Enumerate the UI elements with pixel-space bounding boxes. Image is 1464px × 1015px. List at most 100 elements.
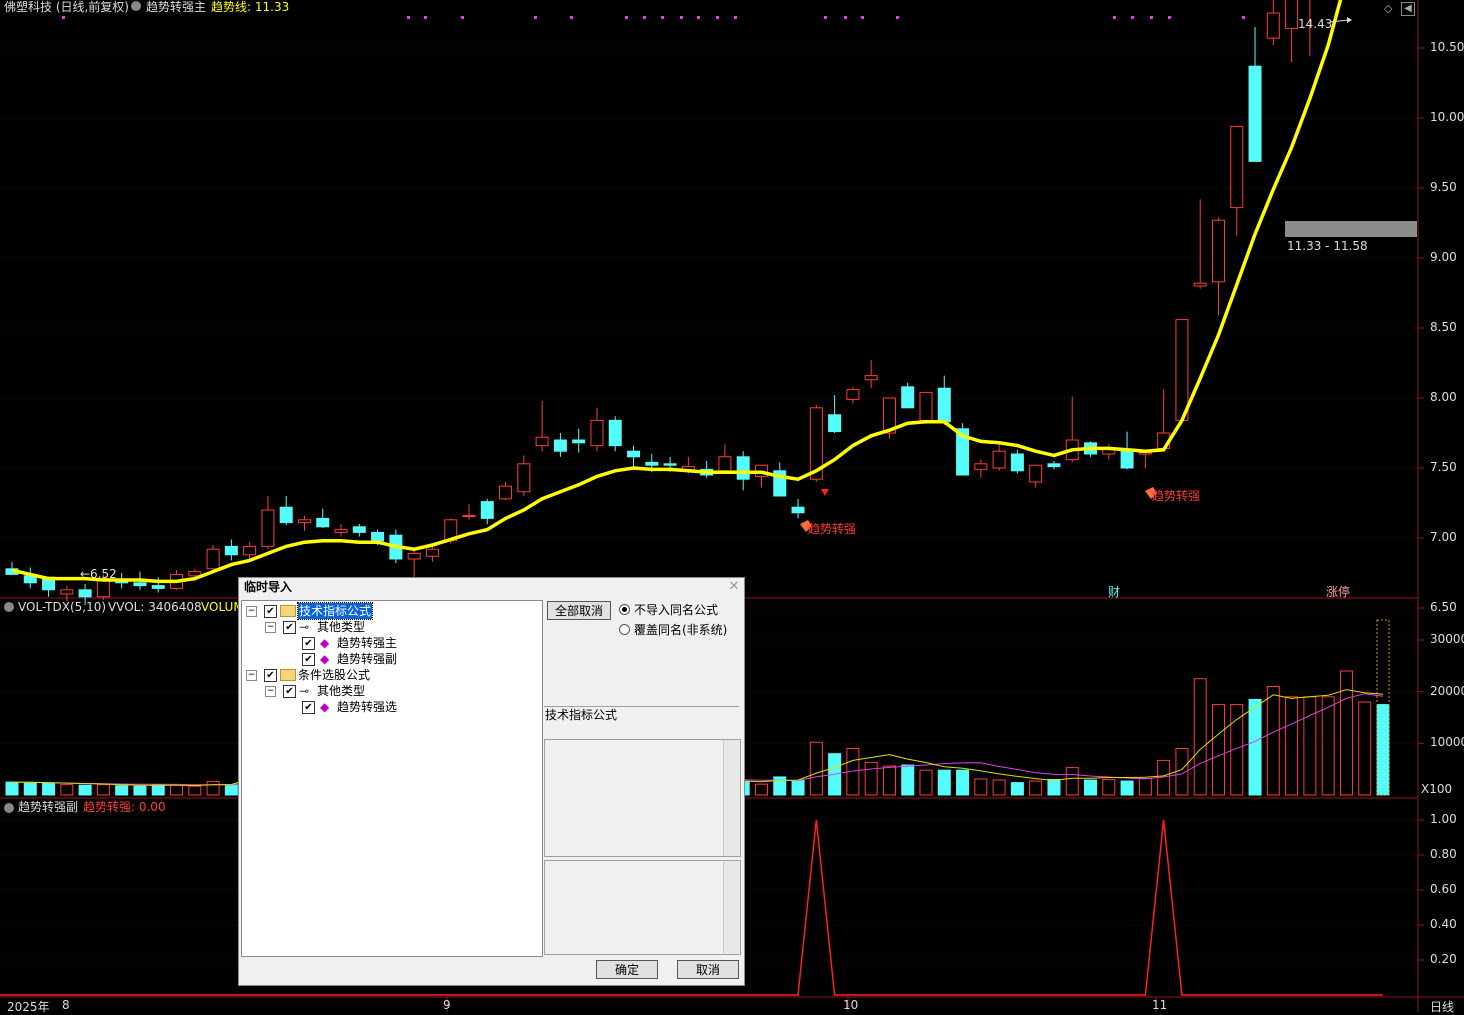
checkbox[interactable]: ✔ xyxy=(302,701,315,714)
volume-bar xyxy=(1285,696,1299,796)
stock-title: 佛塑科技 (日线,前复权) xyxy=(4,0,129,14)
candle-body xyxy=(352,526,366,533)
tree-node-formula[interactable]: ✔ ◆ 趋势转强选 xyxy=(302,699,532,715)
volume-bar xyxy=(901,764,915,796)
signal-dot xyxy=(861,16,864,19)
checkbox[interactable]: ✔ xyxy=(283,621,296,634)
tree-node-formula[interactable]: ✔ ◆ 趋势转强副 xyxy=(302,651,532,667)
indicator-toggle-icon[interactable] xyxy=(131,1,141,11)
volume-bar xyxy=(864,761,878,796)
candle-body xyxy=(224,545,238,556)
tree-label[interactable]: 趋势转强选 xyxy=(337,699,397,715)
volume-title[interactable]: VOL-TDX(5,10) xyxy=(18,600,106,614)
candle-body xyxy=(1010,453,1024,472)
volume-bar xyxy=(5,781,19,796)
tree-label[interactable]: 技术指标公式 xyxy=(296,602,374,620)
radio-icon[interactable] xyxy=(619,604,630,615)
collapse-icon[interactable]: − xyxy=(265,686,276,697)
tree-label[interactable]: 其他类型 xyxy=(317,683,365,699)
price-tick-label: 7.50 xyxy=(1430,460,1457,474)
volume-vvol: VVOL: 3406408 xyxy=(108,600,202,614)
tree-node-other-type[interactable]: − ✔ ⊸ 其他类型 xyxy=(265,619,535,635)
volume-bar xyxy=(78,784,92,796)
indicator-name[interactable]: 趋势转强主 xyxy=(146,0,206,14)
volume-bar xyxy=(1211,704,1225,796)
scrollbar[interactable] xyxy=(723,740,740,856)
signal-dot xyxy=(661,16,664,19)
tree-label[interactable]: 趋势转强主 xyxy=(337,635,397,651)
finance-marker[interactable]: 财 xyxy=(1108,583,1120,600)
sub-title[interactable]: 趋势转强副 xyxy=(18,800,78,814)
key-icon: ⊸ xyxy=(299,684,310,698)
range-label: 11.33 - 11.58 xyxy=(1287,239,1368,253)
high-arrow xyxy=(1347,17,1352,23)
detail-panel[interactable] xyxy=(544,860,741,955)
volume-bar xyxy=(170,784,184,796)
checkbox[interactable]: ✔ xyxy=(302,637,315,650)
tree-label[interactable]: 条件选股公式 xyxy=(298,667,370,683)
cancel-all-button[interactable]: 全部取消 xyxy=(547,601,611,620)
tree-node-other-type[interactable]: − ✔ ⊸ 其他类型 xyxy=(265,683,535,699)
candle-body xyxy=(1211,219,1225,283)
volume-bar xyxy=(1266,686,1280,796)
signal-label: 趋势转强 xyxy=(1152,489,1201,503)
volume-bar xyxy=(206,781,220,796)
checkbox[interactable]: ✔ xyxy=(283,685,296,698)
price-tick-label: 10.00 xyxy=(1430,110,1464,124)
sub-toggle-icon[interactable] xyxy=(4,803,14,813)
diamond-icon[interactable]: ◇ xyxy=(1384,2,1392,15)
sub-value: 趋势转强: 0.00 xyxy=(83,800,166,814)
volume-bar xyxy=(151,784,165,796)
signal-dot xyxy=(424,16,427,19)
tree-label[interactable]: 其他类型 xyxy=(317,619,365,635)
candle-body xyxy=(371,531,385,542)
collapse-icon[interactable]: ◀ xyxy=(1401,2,1415,16)
formula-tree[interactable]: − ✔ 技术指标公式 − ✔ ⊸ 其他类型 ✔ ◆ 趋势转强主 ✔ ◆ 趋势转强… xyxy=(241,600,543,957)
high-label: 14.43 xyxy=(1298,17,1333,31)
candle-body xyxy=(60,589,74,595)
volume-bar xyxy=(1084,779,1098,796)
close-icon[interactable]: ✕ xyxy=(727,580,741,594)
candle-body xyxy=(499,485,513,500)
signal-dot xyxy=(896,16,899,19)
tree-node-formula[interactable]: ✔ ◆ 趋势转强主 xyxy=(302,635,532,651)
folder-icon xyxy=(280,669,296,681)
month-label: 10 xyxy=(843,998,859,1012)
volume-bar xyxy=(809,741,823,796)
limit-up-marker[interactable]: 涨停 xyxy=(1326,583,1350,600)
tree-label[interactable]: 趋势转强副 xyxy=(337,651,397,667)
collapse-icon[interactable]: − xyxy=(265,622,276,633)
ok-button[interactable]: 确定 xyxy=(596,960,658,979)
scrollbar[interactable] xyxy=(723,861,740,954)
period-label[interactable]: 日线 xyxy=(1430,998,1454,1015)
signal-dot xyxy=(643,16,646,19)
candle-body xyxy=(1193,282,1207,287)
tree-node-indicator-group[interactable]: − ✔ 技术指标公式 xyxy=(246,602,536,620)
description-panel[interactable] xyxy=(544,739,741,857)
signal-dot xyxy=(1113,16,1116,19)
import-dialog[interactable]: 临时导入 ✕ − ✔ 技术指标公式 − ✔ ⊸ 其他类型 ✔ ◆ 趋势转强主 ✔… xyxy=(238,577,745,986)
volume-tick-label: 20000 xyxy=(1430,683,1464,698)
signal-dot xyxy=(625,16,628,19)
radio-icon[interactable] xyxy=(619,624,630,635)
checkbox[interactable]: ✔ xyxy=(264,605,277,618)
candle-body xyxy=(901,386,915,409)
tree-node-selection-group[interactable]: − ✔ 条件选股公式 xyxy=(246,667,536,683)
checkbox[interactable]: ✔ xyxy=(302,653,315,666)
signal-dot xyxy=(1131,16,1134,19)
collapse-icon[interactable]: − xyxy=(246,606,257,617)
collapse-icon[interactable]: − xyxy=(246,670,257,681)
volume-bar xyxy=(224,784,238,796)
volume-bar xyxy=(1065,767,1079,796)
candle-body xyxy=(480,501,494,519)
cancel-button[interactable]: 取消 xyxy=(677,960,739,979)
volume-tick-label: 10000 xyxy=(1430,735,1464,750)
volume-bar xyxy=(937,769,951,796)
volume-bar xyxy=(115,785,129,796)
volume-toggle-icon[interactable] xyxy=(4,602,14,612)
signal-dot xyxy=(407,16,410,19)
volume-bar xyxy=(882,765,896,796)
month-label: 11 xyxy=(1152,998,1168,1012)
signal-dot xyxy=(680,16,683,19)
checkbox[interactable]: ✔ xyxy=(264,669,277,682)
